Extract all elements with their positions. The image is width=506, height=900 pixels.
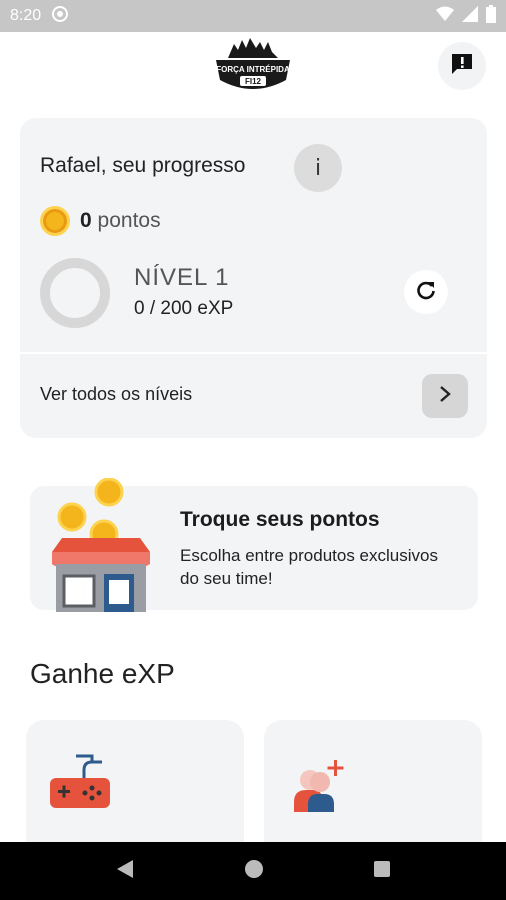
team-logo: FORÇA INTRÉPIDA FI12 <box>210 36 296 98</box>
points-unit: pontos <box>97 209 161 232</box>
invite-friends-icon <box>286 750 358 820</box>
exp-card-invite[interactable] <box>264 720 482 860</box>
points-row: 0 pontos <box>40 206 161 236</box>
level-exp: 0 / 200 eXP <box>134 298 234 319</box>
system-nav-bar <box>0 842 506 900</box>
level-progress-ring <box>40 258 110 328</box>
home-icon[interactable] <box>244 859 264 884</box>
exchange-description: Escolha entre produtos exclusivos do seu… <box>180 546 438 588</box>
battery-icon <box>486 4 496 28</box>
status-time: 8:20 <box>10 7 42 24</box>
refresh-button[interactable] <box>404 270 448 314</box>
earn-exp-title: Ganhe eXP <box>30 658 175 689</box>
logo-text-2: FI12 <box>245 77 262 86</box>
sync-icon <box>51 5 69 28</box>
progress-title: Rafael, seu progresso <box>40 154 246 177</box>
app-header: FORÇA INTRÉPIDA FI12 <box>0 32 506 100</box>
level-name: NÍVEL 1 <box>134 264 230 291</box>
alert-button[interactable] <box>438 42 486 90</box>
view-all-levels-row[interactable]: Ver todos os níveis <box>20 354 487 438</box>
info-icon: i <box>314 155 322 181</box>
alert-icon <box>449 51 475 82</box>
logo-text-1: FORÇA INTRÉPIDA <box>216 65 290 74</box>
exchange-title: Troque seus pontos <box>180 508 380 531</box>
recents-icon[interactable] <box>373 860 391 883</box>
points-text: 0 pontos <box>80 209 161 233</box>
view-all-levels-button[interactable] <box>422 374 468 418</box>
exchange-points-card[interactable]: Troque seus pontos Escolha entre produto… <box>30 477 478 612</box>
progress-card: Rafael, seu progresso i 0 pontos NÍVEL 1… <box>20 118 487 438</box>
back-icon[interactable] <box>115 858 135 885</box>
status-bar: 8:20 <box>0 0 506 32</box>
coin-icon <box>40 206 70 236</box>
points-value: 0 <box>80 209 92 232</box>
gamepad-icon <box>48 750 120 820</box>
refresh-icon <box>415 279 437 306</box>
exp-card-games[interactable] <box>26 720 244 860</box>
info-button[interactable]: i <box>294 144 342 192</box>
store-illustration <box>46 477 156 624</box>
view-all-levels-label: Ver todos os níveis <box>40 384 193 404</box>
wifi-icon <box>436 6 454 27</box>
chevron-right-icon <box>438 385 452 408</box>
signal-icon <box>462 5 478 27</box>
